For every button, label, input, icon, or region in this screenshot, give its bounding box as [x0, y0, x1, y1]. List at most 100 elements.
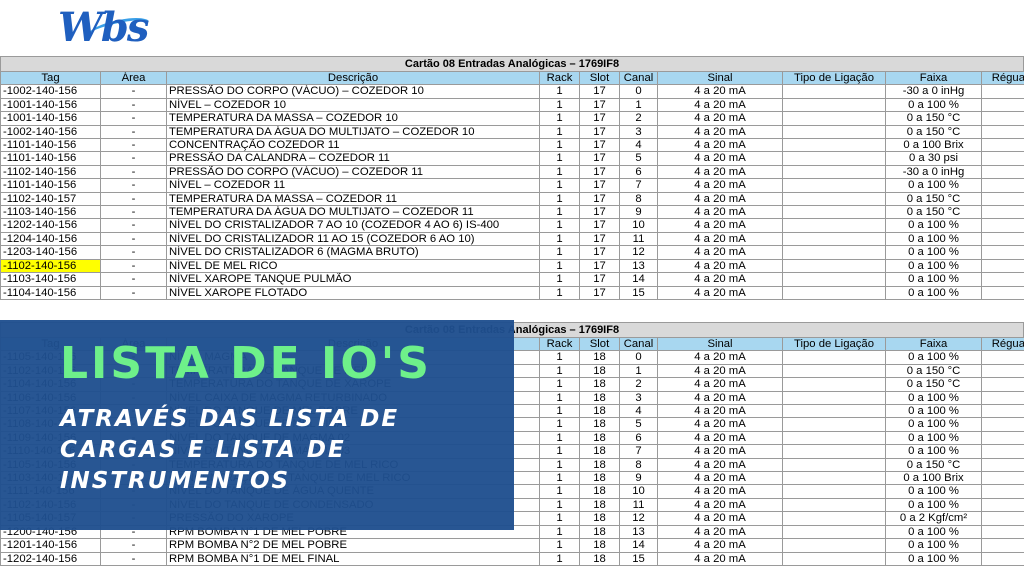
table-cell: 0 a 100 % [885, 390, 982, 406]
table-cell: 8 [619, 457, 658, 473]
table-cell [981, 164, 1024, 180]
table-cell: 0 a 100 % [885, 538, 982, 553]
table-cell: 18 [579, 444, 620, 459]
table-cell [782, 245, 886, 260]
table-cell [981, 191, 1024, 207]
table-cell: 14 [619, 272, 658, 287]
table-cell [782, 551, 886, 566]
column-header: Régua / [981, 70, 1024, 86]
table-cell: -1104-140-156 [0, 285, 101, 300]
table-cell: 1 [539, 84, 580, 99]
table-cell [782, 524, 886, 540]
table-cell: 0 a 100 % [885, 524, 982, 540]
table-cell: 4 [619, 138, 658, 153]
table-cell: 18 [579, 363, 620, 379]
table-cell [981, 497, 1024, 513]
table-cell: 13 [619, 524, 658, 540]
table-cell: 4 a 20 mA [657, 484, 783, 499]
table-cell: 9 [619, 205, 658, 220]
header-row: TagÁreaDescriçãoRackSlotCanalSinalTipo d… [0, 70, 1024, 86]
table-cell: 17 [579, 245, 620, 260]
table-cell: - [100, 84, 167, 99]
table-cell: TEMPERATURA DA MASSA – COZEDOR 11 [166, 191, 540, 207]
table-cell [782, 272, 886, 287]
table-cell: -30 a 0 inHg [885, 164, 982, 180]
table-cell: - [100, 205, 167, 220]
table-cell: 0 a 100 % [885, 245, 982, 260]
column-header: Área [100, 70, 167, 86]
table-cell: 1 [539, 484, 580, 499]
table-cell: 0 a 150 °C [885, 205, 982, 220]
table-cell: -1101-140-156 [0, 151, 101, 166]
table-cell: 0 a 100 % [885, 484, 982, 499]
table-cell [981, 444, 1024, 459]
table-cell: 0 [619, 84, 658, 99]
table-cell [782, 164, 886, 180]
table-cell: 0 a 150 °C [885, 363, 982, 379]
table-cell: -1001-140-156 [0, 111, 101, 126]
table-cell: 4 a 20 mA [657, 524, 783, 540]
table-cell: 17 [579, 272, 620, 287]
table-cell: - [100, 245, 167, 260]
table-cell: 4 a 20 mA [657, 97, 783, 113]
table-cell: NÍVEL DO CRISTALIZADOR 6 (MAGMA BRUTO) [166, 245, 540, 260]
table-cell: RPM BOMBA N°2 DE MEL POBRE [166, 538, 540, 553]
table-cell: 4 a 20 mA [657, 404, 783, 419]
table-cell: - [100, 124, 167, 140]
table-cell: 9 [619, 471, 658, 486]
table-cell: NÍVEL – COZEDOR 11 [166, 178, 540, 193]
table-cell [981, 285, 1024, 300]
table-cell: PRESSÃO DA CALANDRA – COZEDOR 11 [166, 151, 540, 166]
table-row: -1102-140-156- NÍVEL DE MEL RICO 1 17 13 4 a … [0, 258, 1024, 274]
table-cell: 0 a 100 % [885, 285, 982, 300]
table-cell: PRESSÃO DO CORPO (VÁCUO) – COZEDOR 11 [166, 164, 540, 180]
table-row: -1204-140-156- NÍVEL DO CRISTALIZADOR 11 … [0, 231, 1024, 247]
table-cell [782, 430, 886, 446]
table-cell [782, 111, 886, 126]
table-cell: 18 [579, 377, 620, 392]
table-cell: 3 [619, 390, 658, 406]
table-cell: 4 a 20 mA [657, 205, 783, 220]
table-cell: 11 [619, 497, 658, 513]
table-cell [782, 285, 886, 300]
table-cell: 1 [539, 138, 580, 153]
table-cell: CONCENTRAÇÃO COZEDOR 11 [166, 138, 540, 153]
table-cell [782, 363, 886, 379]
table-cell: 4 a 20 mA [657, 471, 783, 486]
table-cell: -1103-140-156 [0, 272, 101, 287]
table-cell: - [100, 258, 167, 274]
table-cell [782, 404, 886, 419]
table-cell [981, 151, 1024, 166]
table-cell: 17 [579, 84, 620, 99]
table-cell: TEMPERATURA DA ÁGUA DO MULTIJATO – COZED… [166, 124, 540, 140]
table-cell: 4 a 20 mA [657, 551, 783, 566]
table-cell [981, 363, 1024, 379]
table-cell: 0 a 100 % [885, 178, 982, 193]
table-cell: -1202-140-156 [0, 218, 101, 233]
table-cell: 4 a 20 mA [657, 457, 783, 473]
table-cell: 1 [539, 524, 580, 540]
table-cell: 1 [539, 471, 580, 486]
table-cell: 4 a 20 mA [657, 285, 783, 300]
table-cell [981, 377, 1024, 392]
banner-subtitle: ATRAVÉS DAS LISTA DE CARGAS E LISTA DE I… [60, 404, 500, 497]
table-cell: -1101-140-156 [0, 138, 101, 153]
subtitle-line: ATRAVÉS DAS LISTA DE [60, 406, 400, 432]
table-title: Cartão 08 Entradas Analógicas – 1769IF8 [0, 56, 1024, 71]
table-cell [981, 245, 1024, 260]
table-cell: 1 [539, 285, 580, 300]
table-cell [782, 205, 886, 220]
table-cell: 4 a 20 mA [657, 191, 783, 207]
table-cell: 17 [579, 151, 620, 166]
table-cell: 1 [539, 111, 580, 126]
table-cell: 0 a 100 % [885, 272, 982, 287]
table-cell: 17 [579, 218, 620, 233]
table-cell [981, 350, 1024, 365]
table-cell: 1 [539, 377, 580, 392]
table-cell [981, 178, 1024, 193]
column-header: Sinal [657, 336, 783, 352]
table-cell: 0 a 100 Brix [885, 471, 982, 486]
table-cell: 4 a 20 mA [657, 363, 783, 379]
table-row: -1201-140-156- RPM BOMBA N°2 DE MEL POBRE… [0, 538, 1024, 553]
table-cell: 8 [619, 191, 658, 207]
